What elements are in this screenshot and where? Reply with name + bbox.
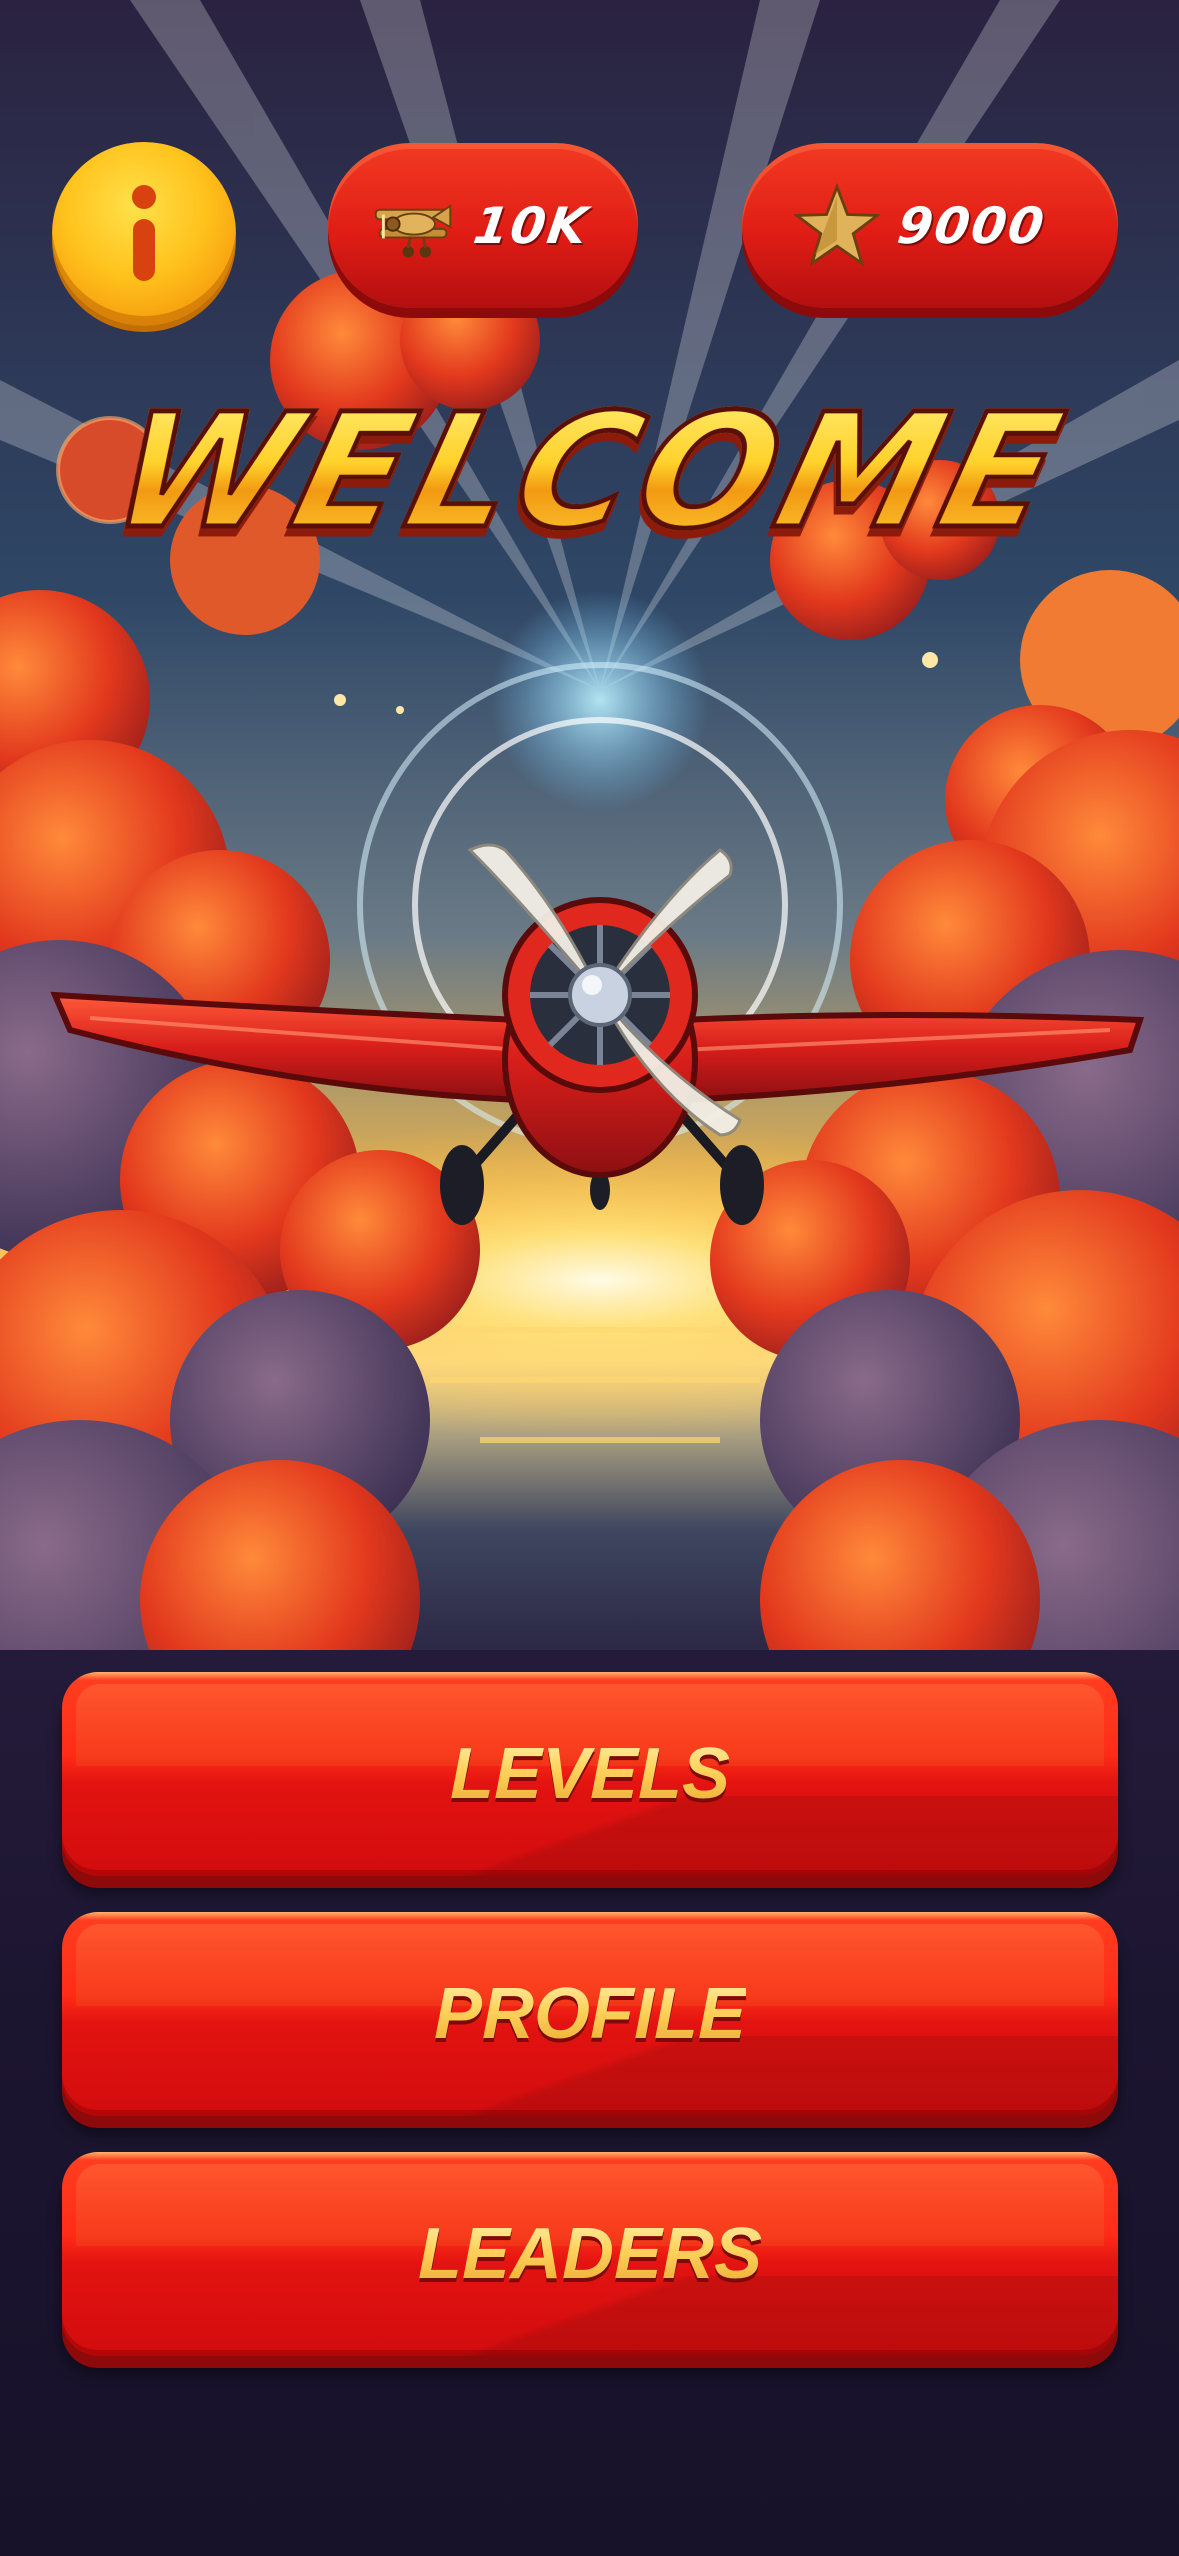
welcome-title: WELCOME (0, 378, 1179, 567)
info-button[interactable] (52, 142, 236, 326)
profile-button[interactable]: PROFILE (62, 1912, 1118, 2116)
star-icon (794, 182, 880, 267)
stars-count: 9000 (893, 196, 1050, 255)
biplane-icon (374, 203, 452, 258)
profile-button-label: PROFILE (433, 1974, 746, 2054)
welcome-screen: 10K 9000 WELCOME LEVELS PROFILE LEADERS (0, 0, 1179, 2556)
info-icon (132, 185, 156, 281)
stars-counter: 9000 (742, 143, 1118, 308)
planes-count: 10K (469, 196, 593, 255)
levels-button-label: LEVELS (449, 1734, 731, 1814)
planes-counter: 10K (328, 143, 638, 308)
levels-button[interactable]: LEVELS (62, 1672, 1118, 1876)
leaders-button[interactable]: LEADERS (62, 2152, 1118, 2356)
leaders-button-label: LEADERS (417, 2214, 763, 2294)
